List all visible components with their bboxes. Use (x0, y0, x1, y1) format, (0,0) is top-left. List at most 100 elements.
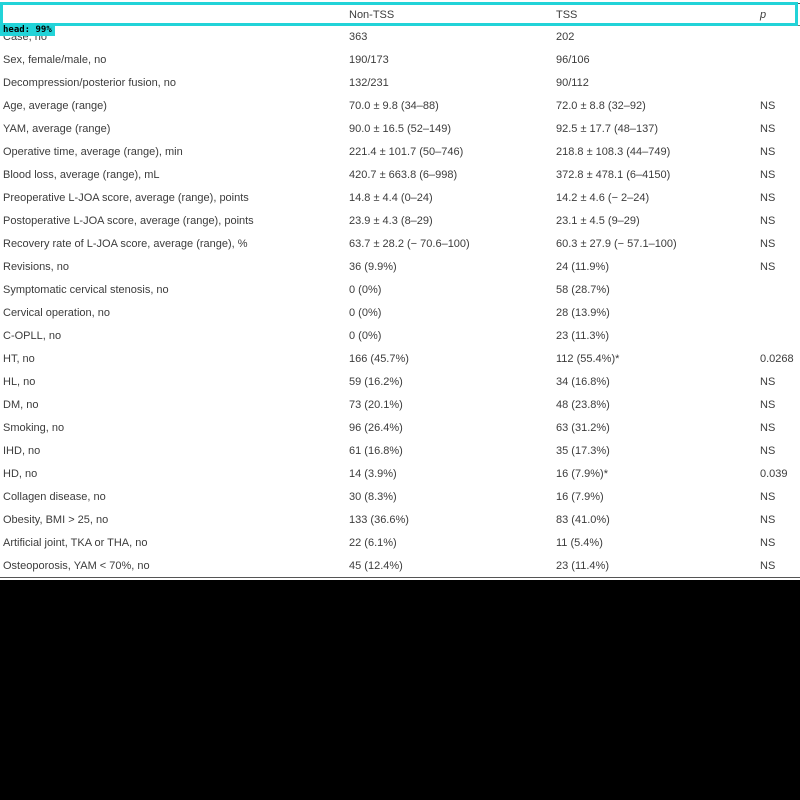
p-value (760, 72, 800, 95)
tss-value: 112 (55.4%)* (556, 353, 620, 365)
tss-value: 16 (7.9%)* (556, 468, 608, 480)
table-row: Symptomatic cervical stenosis, no 0 (0%) 5… (0, 279, 800, 302)
tss-value: 23 (11.4%) (556, 554, 760, 578)
non-tss-value: 30 (8.3%) (349, 491, 397, 503)
row-label: HL, no (3, 376, 36, 388)
table-row: HD, no 14 (3.9%) 16 (7.9%)* 0.039 (0, 463, 800, 486)
tss-value: 28 (13.9%) (556, 307, 610, 319)
table-row: Postoperative L-JOA score, average (rang… (0, 210, 800, 233)
p-value: NS (760, 100, 776, 112)
table-body: Case, no 363 202 Sex, female/male, no 190/17… (0, 26, 800, 578)
p-value (760, 26, 800, 49)
header-p-value: p (760, 3, 800, 26)
tss-value: 72.0 ± 8.8 (32–92) (556, 100, 646, 112)
tss-value: 83 (41.0%) (556, 514, 610, 526)
row-label: Symptomatic cervical stenosis, no (3, 284, 169, 296)
non-tss-value: 0 (0%) (349, 307, 382, 319)
p-value: NS (760, 238, 776, 250)
p-value: NS (760, 514, 776, 526)
non-tss-value: 61 (16.8%) (349, 445, 403, 457)
non-tss-value: 14 (3.9%) (349, 468, 397, 480)
row-label: Revisions, no (3, 261, 70, 273)
tss-value: 23.1 ± 4.5 (9–29) (556, 215, 640, 227)
non-tss-value: 190/173 (349, 54, 389, 66)
non-tss-value: 420.7 ± 663.8 (6–998) (349, 169, 458, 181)
tss-value: 202 (556, 31, 575, 44)
p-value (760, 325, 800, 348)
header-tss: TSS (556, 3, 760, 26)
non-tss-value: 133 (36.6%) (349, 514, 409, 526)
detection-label: head: 99% (0, 24, 55, 36)
table-row: Obesity, BMI > 25, no 133 (36.6%) 83 (41.0… (0, 509, 800, 532)
table-row: HL, no 59 (16.2%) 34 (16.8%) NS (0, 371, 800, 394)
tss-value: 90/112 (556, 77, 589, 89)
tss-value: 96/106 (556, 54, 590, 66)
tss-value: 92.5 ± 17.7 (48–137) (556, 123, 659, 135)
row-label: Collagen disease, no (3, 491, 106, 503)
non-tss-value: 132/231 (349, 77, 389, 89)
row-label: HD, no (3, 468, 38, 480)
p-value: NS (760, 192, 776, 204)
table-row: YAM, average (range) 90.0 ± 16.5 (52–149)… (0, 118, 800, 141)
row-label: Recovery rate of L-JOA score, average (r… (3, 238, 248, 250)
tss-value: 35 (17.3%) (556, 445, 610, 457)
tss-value: 34 (16.8%) (556, 376, 610, 388)
tss-value: 16 (7.9%) (556, 491, 604, 503)
row-label: Obesity, BMI > 25, no (3, 514, 109, 526)
p-value: NS (760, 261, 776, 273)
non-tss-value: 166 (45.7%) (349, 353, 409, 365)
table-row: Artificial joint, TKA or THA, no 22 (6.1%… (0, 532, 800, 555)
row-label: Blood loss, average (range), mL (3, 169, 160, 181)
tss-value: 60.3 ± 27.9 (− 57.1–100) (556, 238, 677, 250)
row-label: Age, average (range) (3, 100, 107, 112)
row-label: Operative time, average (range), min (3, 146, 183, 158)
non-tss-value: 14.8 ± 4.4 (0–24) (349, 192, 433, 204)
non-tss-value: 221.4 ± 101.7 (50–746) (349, 146, 464, 158)
header-row: Non-TSS TSS p (0, 3, 800, 26)
tss-value: 63 (31.2%) (556, 422, 610, 434)
non-tss-value: 73 (20.1%) (349, 399, 403, 411)
table-row: Blood loss, average (range), mL 420.7 ± 6… (0, 164, 800, 187)
non-tss-value: 90.0 ± 16.5 (52–149) (349, 123, 452, 135)
row-label: Postoperative L-JOA score, average (rang… (3, 215, 254, 227)
p-value: NS (760, 554, 800, 578)
p-value (760, 49, 800, 72)
table-row: Sex, female/male, no 190/173 96/106 (0, 49, 800, 72)
row-label: Decompression/posterior fusion, no (3, 77, 177, 89)
p-value: NS (760, 169, 776, 181)
non-tss-value: 45 (12.4%) (349, 554, 556, 578)
row-label: IHD, no (3, 445, 41, 457)
header-label-cell (0, 3, 349, 26)
row-label: Preoperative L-JOA score, average (range… (3, 192, 249, 204)
p-value: NS (760, 376, 776, 388)
non-tss-value: 59 (16.2%) (349, 376, 403, 388)
table-row: Age, average (range) 70.0 ± 9.8 (34–88) 72… (0, 95, 800, 118)
table-row: DM, no 73 (20.1%) 48 (23.8%) NS (0, 394, 800, 417)
table-row: IHD, no 61 (16.8%) 35 (17.3%) NS (0, 440, 800, 463)
table-row: Recovery rate of L-JOA score, average (r… (0, 233, 800, 256)
p-value: 0.039 (760, 468, 788, 480)
document-page: Non-TSS TSS p Case, no 363 202 Sex, female/… (0, 0, 800, 580)
table-row: Case, no 363 202 (0, 26, 800, 49)
p-value: NS (760, 445, 776, 457)
row-label: C-OPLL, no (3, 330, 62, 342)
data-table: Non-TSS TSS p Case, no 363 202 Sex, female/… (0, 3, 800, 578)
p-value: 0.0268 (760, 353, 794, 365)
non-tss-value: 63.7 ± 28.2 (− 70.6–100) (349, 238, 470, 250)
p-value (760, 302, 800, 325)
p-value (760, 279, 800, 302)
header-non-tss: Non-TSS (349, 3, 556, 26)
table-row: Revisions, no 36 (9.9%) 24 (11.9%) NS (0, 256, 800, 279)
table-row: Osteoporosis, YAM < 70%, no 45 (12.4%) 23 … (0, 554, 800, 578)
non-tss-value: 363 (349, 31, 368, 44)
row-label: Sex, female/male, no (3, 54, 107, 66)
table-header: Non-TSS TSS p (0, 3, 800, 26)
table-row: C-OPLL, no 0 (0%) 23 (11.3%) (0, 325, 800, 348)
tss-value: 23 (11.3%) (556, 330, 609, 342)
p-value: NS (760, 491, 776, 503)
non-tss-value: 36 (9.9%) (349, 261, 397, 273)
table-row: Operative time, average (range), min 221.… (0, 141, 800, 164)
table-row: Cervical operation, no 0 (0%) 28 (13.9%) (0, 302, 800, 325)
tss-value: 58 (28.7%) (556, 284, 610, 296)
non-tss-value: 22 (6.1%) (349, 537, 397, 549)
